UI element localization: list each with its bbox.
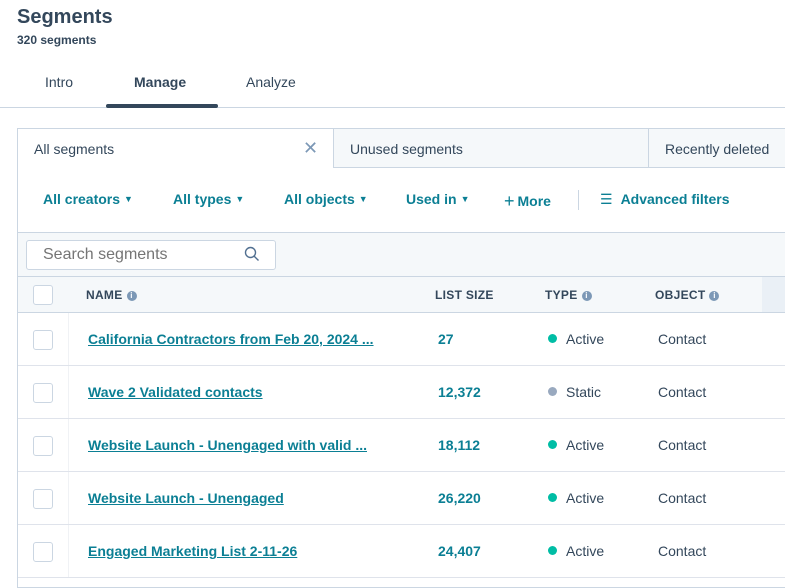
info-icon[interactable]: i	[581, 291, 592, 301]
tab-intro[interactable]: Intro	[45, 74, 73, 90]
table-row: Engaged Marketing List 2-11-26 24,407 Ac…	[18, 525, 785, 578]
filter-creators-label: All creators	[43, 191, 121, 207]
segment-type: Active	[548, 490, 604, 506]
advanced-filters-label: Advanced filters	[620, 191, 730, 207]
segment-object: Contact	[658, 543, 707, 559]
filter-lines-icon: ☰	[600, 191, 613, 207]
view-tab-unused-segments[interactable]: Unused segments	[333, 128, 649, 168]
active-tab-indicator	[106, 104, 218, 108]
list-size: 24,407	[438, 543, 481, 559]
caret-down-icon: ▼	[460, 194, 470, 204]
status-dot-icon	[548, 546, 557, 555]
select-all-checkbox[interactable]	[33, 285, 53, 305]
segment-object: Contact	[658, 490, 707, 506]
segment-name-link[interactable]: Website Launch - Unengaged	[88, 490, 284, 506]
segment-count: 320 segments	[17, 33, 97, 47]
segment-type: Active	[548, 437, 604, 453]
column-divider	[68, 472, 69, 524]
list-size: 18,112	[438, 437, 481, 453]
status-dot-icon	[548, 440, 557, 449]
table-row: California Contractors from Feb 20, 2024…	[18, 313, 785, 366]
caret-down-icon: ▼	[124, 194, 133, 204]
info-icon[interactable]: i	[709, 291, 720, 301]
list-size: 26,220	[438, 490, 481, 506]
status-dot-icon	[548, 493, 557, 502]
column-type[interactable]: TYPE i	[545, 288, 592, 302]
view-tab-all-segments[interactable]: All segments	[17, 128, 334, 168]
column-list-size[interactable]: LIST SIZE	[435, 288, 494, 302]
segment-name-link[interactable]: California Contractors from Feb 20, 2024…	[88, 331, 374, 347]
segment-type-label: Active	[566, 490, 605, 506]
segment-name-link[interactable]: Website Launch - Unengaged with valid ..…	[88, 437, 367, 453]
segment-object: Contact	[658, 331, 707, 347]
more-label: More	[517, 193, 551, 209]
segment-name-link[interactable]: Wave 2 Validated contacts	[88, 384, 263, 400]
column-divider	[68, 419, 69, 471]
column-divider	[68, 313, 69, 365]
filter-types-label: All types	[173, 191, 232, 207]
column-divider	[68, 366, 69, 418]
table-row: Website Launch - Unengaged with valid ..…	[18, 419, 785, 472]
header-extra-column	[762, 277, 785, 312]
filter-used-in-label: Used in	[406, 191, 457, 207]
page-title: Segments	[17, 6, 113, 28]
segment-type-label: Active	[566, 543, 605, 559]
filter-separator	[578, 190, 579, 210]
column-type-label: TYPE	[545, 288, 578, 302]
plus-icon: +	[504, 191, 515, 211]
list-size: 27	[438, 331, 454, 347]
filter-objects[interactable]: All objects ▼	[284, 191, 368, 207]
close-icon[interactable]: ✕	[303, 139, 318, 157]
filter-objects-label: All objects	[284, 191, 355, 207]
search-icon[interactable]	[244, 246, 260, 262]
row-checkbox[interactable]	[33, 436, 53, 456]
segment-object: Contact	[658, 437, 707, 453]
segment-object: Contact	[658, 384, 707, 400]
filter-types[interactable]: All types ▼	[173, 191, 244, 207]
search-input[interactable]	[26, 240, 276, 270]
column-name[interactable]: NAME i	[86, 288, 137, 302]
segment-name-link[interactable]: Engaged Marketing List 2-11-26	[88, 543, 297, 559]
table-row: Website Launch - Unengaged 26,220 Active…	[18, 472, 785, 525]
filter-used-in[interactable]: Used in ▼	[406, 191, 470, 207]
row-checkbox[interactable]	[33, 330, 53, 350]
caret-down-icon: ▼	[358, 194, 368, 204]
tab-manage[interactable]: Manage	[134, 74, 186, 90]
advanced-filters-button[interactable]: ☰ Advanced filters	[600, 191, 730, 208]
table-row: Wave 2 Validated contacts 12,372 Static …	[18, 366, 785, 419]
row-checkbox[interactable]	[33, 542, 53, 562]
segment-type-label: Static	[566, 384, 602, 400]
column-object[interactable]: OBJECT i	[655, 288, 720, 302]
view-tab-recently-deleted[interactable]: Recently deleted	[648, 128, 785, 168]
segment-type: Active	[548, 331, 604, 347]
status-dot-icon	[548, 387, 557, 396]
info-icon[interactable]: i	[126, 291, 137, 301]
column-name-label: NAME	[86, 288, 123, 302]
tab-analyze[interactable]: Analyze	[246, 74, 296, 90]
more-filters-button[interactable]: + More	[504, 191, 551, 212]
filter-creators[interactable]: All creators ▼	[43, 191, 133, 207]
column-divider	[68, 525, 69, 577]
row-checkbox[interactable]	[33, 383, 53, 403]
caret-down-icon: ▼	[235, 194, 245, 204]
segment-type-label: Active	[566, 331, 605, 347]
column-object-label: OBJECT	[655, 288, 706, 302]
list-size: 12,372	[438, 384, 481, 400]
status-dot-icon	[548, 334, 557, 343]
segment-type-label: Active	[566, 437, 605, 453]
segment-type: Static	[548, 384, 601, 400]
row-checkbox[interactable]	[33, 489, 53, 509]
segment-type: Active	[548, 543, 604, 559]
